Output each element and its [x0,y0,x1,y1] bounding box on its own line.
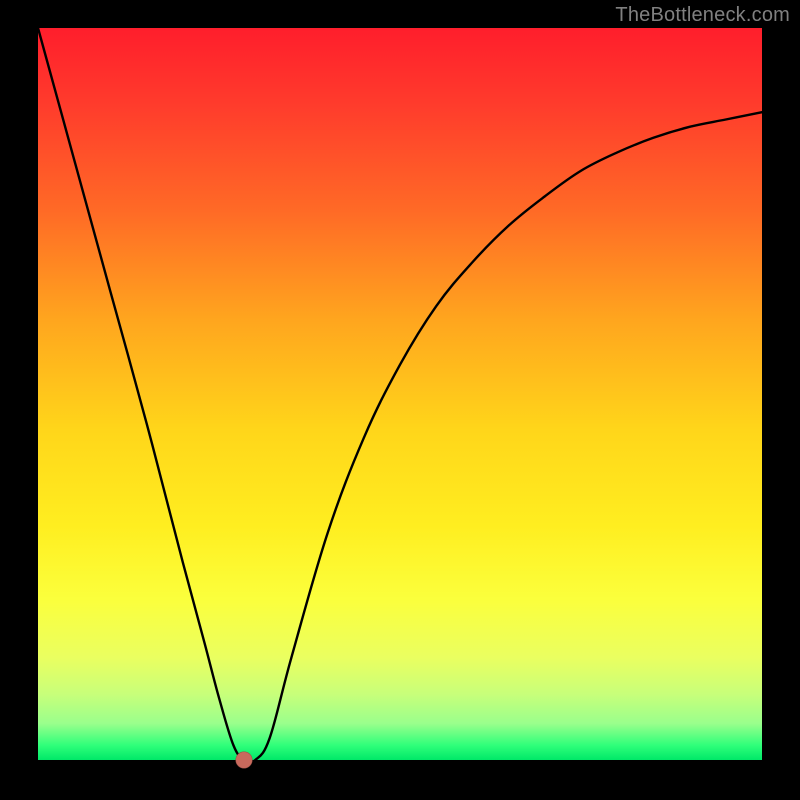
watermark-text: TheBottleneck.com [615,4,790,27]
chart-frame: TheBottleneck.com [0,0,800,800]
bottleneck-curve [38,28,762,760]
plot-area [38,28,762,760]
optimal-point-marker [236,752,253,769]
